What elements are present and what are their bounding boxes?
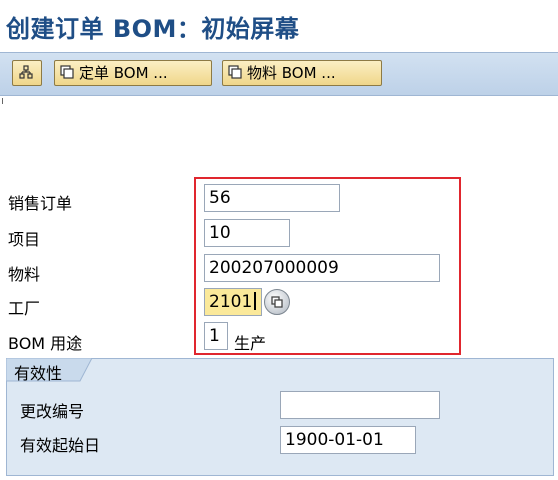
- separator: [2, 98, 3, 104]
- highlight-box: [194, 177, 461, 355]
- material-bom-button[interactable]: 物料 BOM ...: [222, 60, 382, 86]
- plant-label: 工厂: [8, 299, 41, 318]
- title-bar: 创建订单 BOM：初始屏幕: [0, 0, 558, 52]
- application-toolbar: 定单 BOM ... 物料 BOM ...: [0, 52, 558, 96]
- sales-order-label: 销售订单: [8, 194, 73, 213]
- validity-tab: 有效性: [6, 358, 96, 383]
- material-bom-label: 物料 BOM ...: [247, 64, 336, 82]
- bom-usage-label: BOM 用途: [8, 334, 83, 353]
- validity-tab-label: 有效性: [14, 364, 63, 383]
- order-bom-label: 定单 BOM ...: [79, 64, 168, 82]
- page-title: 创建订单 BOM：初始屏幕: [6, 15, 300, 43]
- change-number-label: 更改编号: [20, 402, 85, 421]
- item-label: 项目: [8, 230, 41, 249]
- order-bom-button[interactable]: 定单 BOM ...: [54, 60, 212, 86]
- hierarchy-icon: [19, 65, 33, 79]
- valid-from-input[interactable]: [280, 426, 416, 454]
- change-number-input[interactable]: [280, 391, 440, 419]
- valid-from-label: 有效起始日: [20, 436, 101, 455]
- copy-icon: [60, 65, 74, 79]
- hierarchy-button[interactable]: [12, 60, 42, 86]
- material-label: 物料: [8, 265, 41, 284]
- copy-icon: [228, 65, 242, 79]
